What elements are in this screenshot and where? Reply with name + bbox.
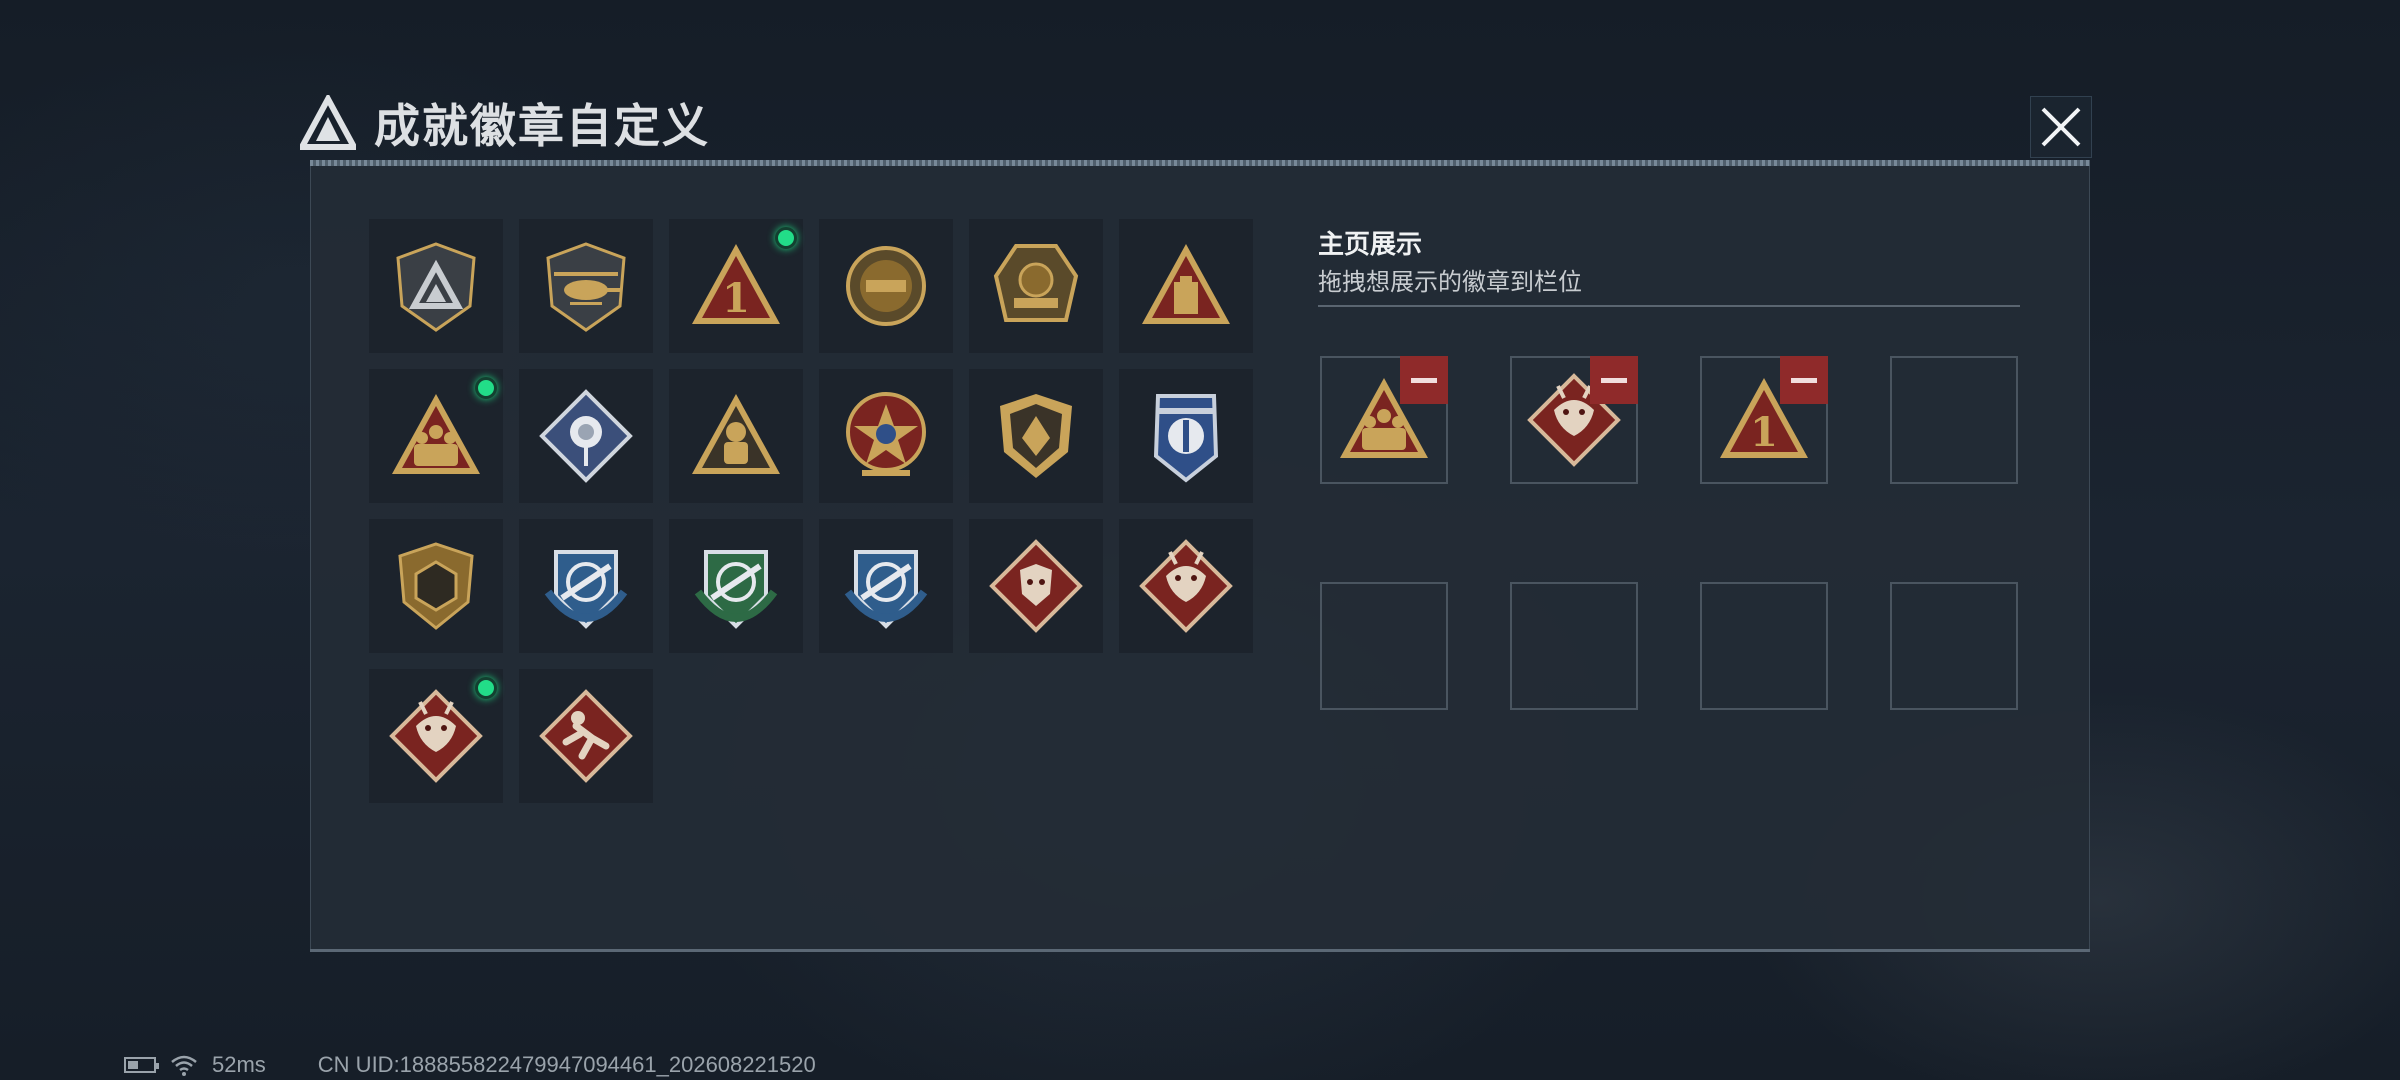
- uid-text: CN UID:1888558224799470944​61_2026082215…: [317, 1052, 816, 1077]
- green-rifle-shield-badge-icon: [694, 550, 778, 629]
- badge-slot-1[interactable]: [369, 219, 503, 353]
- delta-force-2026-badge-icon: [993, 244, 1079, 322]
- close-button[interactable]: [2030, 96, 2092, 158]
- display-slot-4[interactable]: [1890, 356, 2018, 484]
- badge-slot-13[interactable]: [369, 519, 503, 653]
- badge-slot-19[interactable]: [369, 669, 503, 803]
- runner-diamond-badge-icon: [539, 689, 633, 783]
- badge-slot-15[interactable]: [669, 519, 803, 653]
- new-indicator-dot: [475, 677, 497, 699]
- squad-triangle-badge-icon: [392, 394, 480, 474]
- badge-slot-7[interactable]: [369, 369, 503, 503]
- battery-icon: [124, 1057, 159, 1073]
- display-slot-2[interactable]: [1510, 356, 1638, 484]
- badge-slot-14[interactable]: [519, 519, 653, 653]
- page-title: 成就徽章自定义: [374, 100, 710, 152]
- display-section-title: 主页展示: [1318, 229, 1423, 259]
- blue-rifle-shield-badge-icon: [544, 550, 628, 629]
- display-section-subtitle: 拖拽想展示的徽章到栏位: [1318, 269, 1582, 296]
- badge-slot-9[interactable]: [669, 369, 803, 503]
- badge-slot-20[interactable]: [519, 669, 653, 803]
- page-header: 成就徽章自定义: [300, 88, 710, 158]
- badge-collection-grid: 1: [369, 219, 1253, 803]
- delta-force-emblem-badge-icon: [846, 246, 926, 326]
- blue-eagle-shield-badge-icon: [1153, 394, 1219, 483]
- ping-value: 52ms: [212, 1052, 266, 1077]
- wolf-diamond-badge-icon: [989, 539, 1083, 633]
- delta-logo-icon: [300, 95, 356, 150]
- gold-shield-badge-icon: [1000, 394, 1072, 478]
- remove-badge-button[interactable]: [1590, 356, 1638, 404]
- badge-slot-10[interactable]: [819, 369, 953, 503]
- badge-slot-17[interactable]: [969, 519, 1103, 653]
- dragon-diamond-badge-2-icon: [389, 689, 483, 783]
- remove-badge-button[interactable]: [1400, 356, 1448, 404]
- rank-one-triangle-badge-icon: 1: [692, 244, 780, 324]
- badge-slot-2[interactable]: [519, 219, 653, 353]
- badge-slot-6[interactable]: [1119, 219, 1253, 353]
- tower-triangle-badge-icon: [1142, 244, 1230, 324]
- badge-slot-3[interactable]: 1: [669, 219, 803, 353]
- wifi-icon: [171, 1055, 197, 1076]
- star-medal-badge-icon: [846, 392, 926, 476]
- rose-diamond-badge-icon: [539, 389, 633, 483]
- badge-slot-16[interactable]: [819, 519, 953, 653]
- svg-text:1: 1: [722, 275, 750, 322]
- minus-icon: [1791, 377, 1817, 383]
- display-slot-8[interactable]: [1890, 582, 2018, 710]
- display-slot-5[interactable]: [1320, 582, 1448, 710]
- badge-slot-18[interactable]: [1119, 519, 1253, 653]
- helicopter-badge-icon: [546, 242, 626, 332]
- display-slot-6[interactable]: [1510, 582, 1638, 710]
- badge-slot-8[interactable]: [519, 369, 653, 503]
- display-slot-7[interactable]: [1700, 582, 1828, 710]
- badge-slot-12[interactable]: [1119, 369, 1253, 503]
- remove-badge-button[interactable]: [1780, 356, 1828, 404]
- badge-slot-5[interactable]: [969, 219, 1103, 353]
- dragon-diamond-badge-icon: [1139, 539, 1233, 633]
- status-bar: 52ms CN UID:1888558224799470944​61_20260…: [124, 1052, 816, 1078]
- svg-text:1: 1: [1750, 409, 1778, 456]
- close-icon: [2041, 107, 2081, 147]
- hex-shield-badge-icon: [398, 542, 474, 630]
- badge-slot-4[interactable]: [819, 219, 953, 353]
- divider: [1318, 305, 2020, 307]
- display-slot-3[interactable]: 1: [1700, 356, 1828, 484]
- display-slot-1[interactable]: [1320, 356, 1448, 484]
- minus-icon: [1411, 377, 1437, 383]
- delta-shield-badge-icon: [396, 242, 476, 332]
- new-indicator-dot: [475, 377, 497, 399]
- minus-icon: [1601, 377, 1627, 383]
- blue-knife-shield-badge-icon: [844, 550, 928, 629]
- astronaut-triangle-badge-icon: [692, 394, 780, 474]
- badge-slot-11[interactable]: [969, 369, 1103, 503]
- panel-bottom-border: [310, 949, 2090, 952]
- new-indicator-dot: [775, 227, 797, 249]
